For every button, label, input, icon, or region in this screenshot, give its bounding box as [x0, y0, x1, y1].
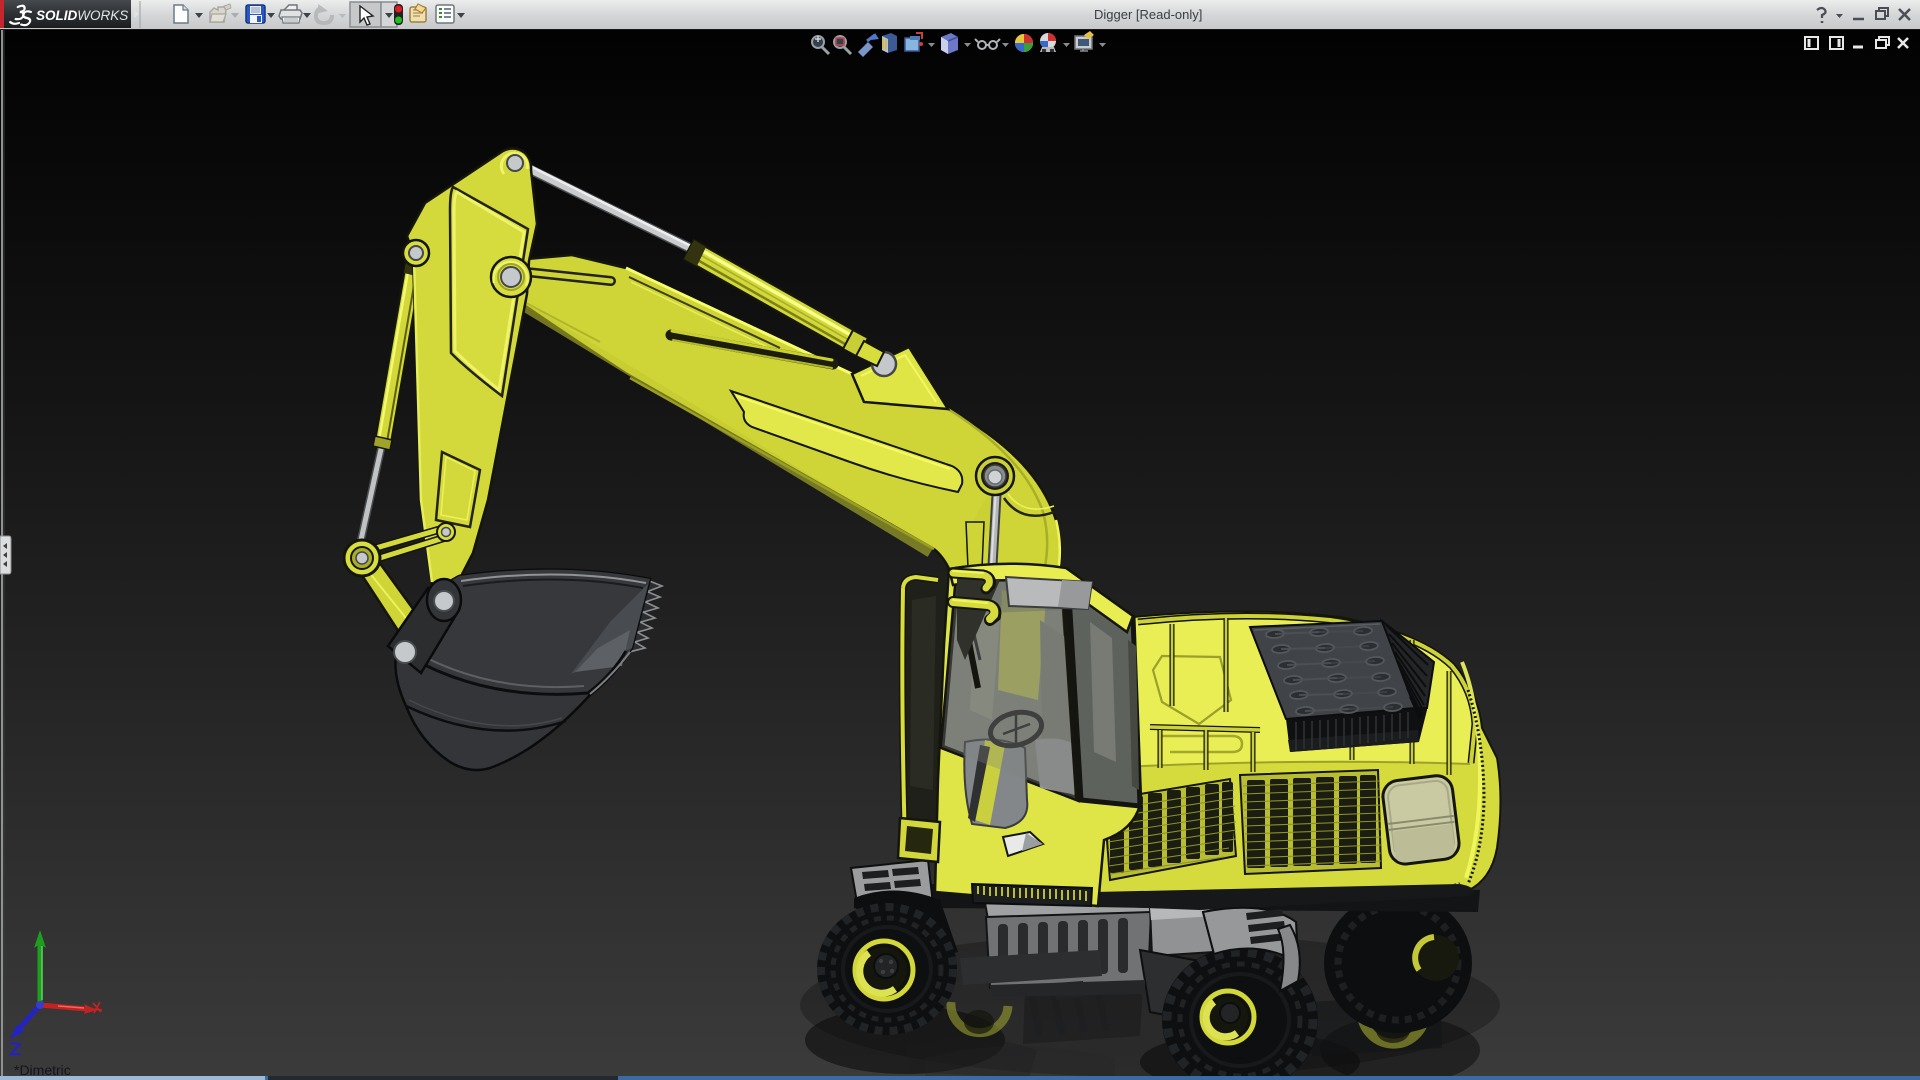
svg-text:SOLIDWORKS: SOLIDWORKS: [36, 8, 128, 23]
svg-text:*Dimetric: *Dimetric: [14, 1062, 71, 1078]
